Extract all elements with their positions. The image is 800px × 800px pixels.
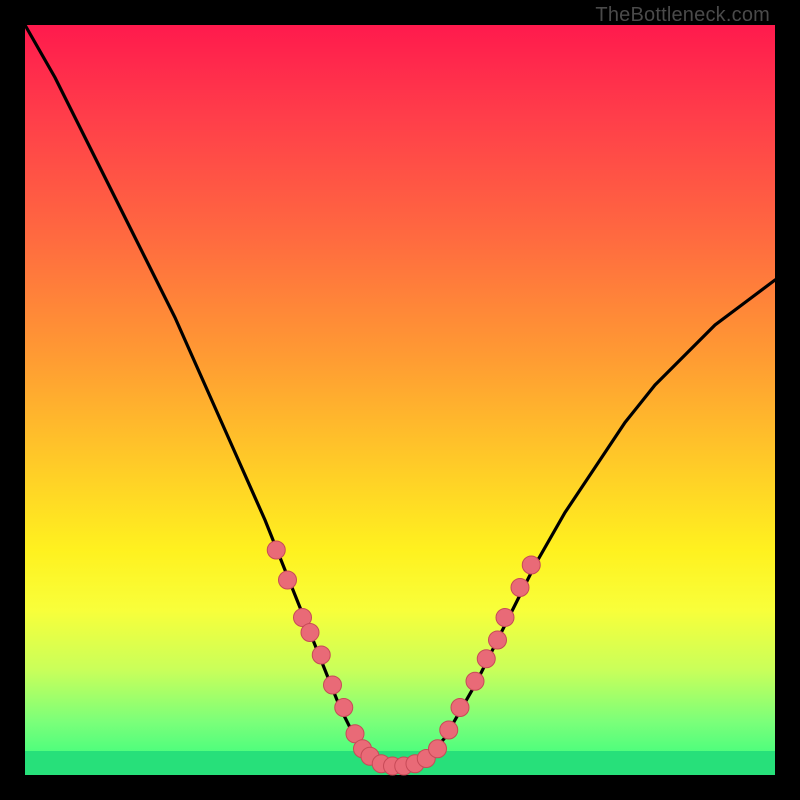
data-dot — [267, 541, 285, 559]
chart-svg — [25, 25, 775, 775]
data-dot — [451, 699, 469, 717]
data-dot — [429, 740, 447, 758]
bottleneck-curve — [25, 25, 775, 768]
data-dot — [496, 609, 514, 627]
data-dot — [477, 650, 495, 668]
data-dot — [301, 624, 319, 642]
data-dot — [489, 631, 507, 649]
data-dot — [279, 571, 297, 589]
plot-area — [25, 25, 775, 775]
data-dot — [511, 579, 529, 597]
data-dot — [335, 699, 353, 717]
data-dot — [466, 672, 484, 690]
data-dot — [312, 646, 330, 664]
chart-frame: TheBottleneck.com — [0, 0, 800, 800]
curve-group — [25, 25, 775, 768]
data-dot — [324, 676, 342, 694]
data-dots — [267, 541, 540, 775]
watermark-text: TheBottleneck.com — [595, 4, 770, 27]
data-dot — [440, 721, 458, 739]
data-dot — [522, 556, 540, 574]
